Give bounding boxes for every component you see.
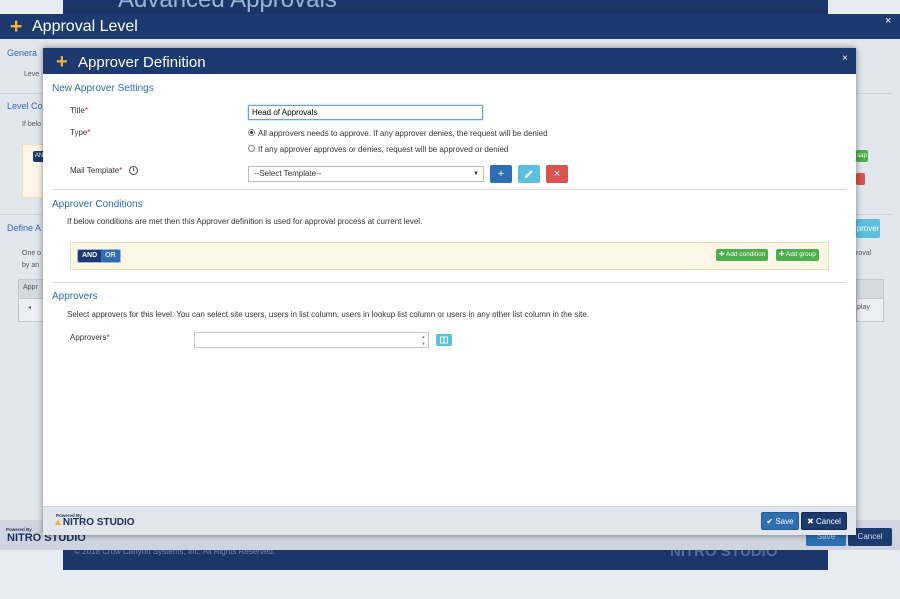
divider (52, 282, 846, 283)
outer-group-button[interactable]: sap (856, 150, 868, 162)
edit-template-button[interactable] (518, 165, 540, 183)
checkmark-icon: ✔ (766, 517, 776, 526)
mail-template-selected: --Select Template-- (254, 169, 322, 178)
approver-definition-dialog (43, 48, 856, 535)
outer-one-text: One o (22, 250, 42, 257)
dialog-footer (43, 506, 856, 535)
plus-icon: + (10, 15, 23, 38)
spinner-arrows-icon[interactable]: ▲ ▼ (419, 333, 428, 347)
or-button[interactable]: OR (101, 250, 120, 262)
pencil-icon (525, 170, 533, 178)
conditions-heading: Approver Conditions (52, 199, 143, 210)
cancel-button[interactable]: ✖ Cancel (801, 512, 847, 530)
mail-template-label: Mail Template* (70, 166, 123, 175)
nitro-logo-mark-icon: ▲ (53, 517, 63, 528)
plus-circle-icon: ✚ (779, 251, 786, 258)
close-icon: ✖ (807, 517, 817, 526)
approvers-picker-button[interactable] (436, 334, 452, 346)
approval-level-title: Approval Level (32, 18, 138, 35)
add-condition-button[interactable]: ✚ Add condition (716, 249, 769, 261)
outer-by-any-text: by an (22, 262, 40, 269)
plus-icon: ✚ (719, 251, 726, 258)
type-label: Type* (70, 128, 91, 137)
outer-section-general: Genera (7, 48, 38, 58)
approver-definition-title: Approver Definition (78, 54, 206, 71)
delete-icon: × (553, 168, 561, 180)
title-label: Title* (70, 106, 88, 115)
outer-level-label: Leve (24, 71, 40, 78)
delete-template-button[interactable]: × (546, 165, 568, 183)
approvers-description: Select approvers for this level. You can… (67, 310, 590, 319)
settings-heading: New Approver Settings (52, 83, 154, 94)
divider (52, 189, 846, 190)
outer-pager-prev-icon[interactable]: ◂ (28, 304, 31, 311)
approval-level-close-icon[interactable]: × (885, 14, 891, 29)
title-input[interactable] (248, 105, 483, 120)
outer-add-approver-button[interactable]: prover (856, 219, 880, 238)
outer-right-roval: roval (856, 250, 872, 257)
plus-icon: + (497, 168, 505, 180)
add-group-button[interactable]: ✚ Add group (776, 249, 819, 261)
plus-icon: + (56, 51, 68, 73)
background-app-title: Advanced Approvals (118, 0, 337, 14)
approvers-heading: Approvers (52, 291, 98, 302)
outer-table-header-appr: Appr (23, 284, 38, 291)
conditions-description: If below conditions are met then this Ap… (67, 217, 423, 226)
outer-section-level-conditions: Level Co (7, 101, 43, 111)
nitro-studio-logo: ▲NITRO STUDIO (53, 517, 135, 528)
close-icon[interactable]: × (842, 53, 848, 64)
type-option-any-label: If any approver approves or denies, requ… (258, 145, 509, 154)
add-group-label: Add group (785, 251, 816, 258)
approvers-label: Approvers* (70, 333, 110, 342)
outer-section-define: Define A (7, 223, 42, 233)
type-option-all-label: All approvers needs to approve. If any a… (258, 129, 548, 138)
mail-template-select[interactable]: --Select Template-- ▼ (248, 166, 484, 182)
type-radio-any[interactable] (248, 145, 255, 152)
address-book-icon (440, 336, 448, 344)
and-or-toggle: AND OR (77, 249, 121, 263)
add-template-button[interactable]: + (490, 165, 512, 183)
outer-if-below-text: If belo (22, 121, 42, 128)
add-condition-label: Add condition (725, 251, 766, 258)
save-button[interactable]: ✔ Save (761, 512, 799, 530)
info-icon[interactable]: i (129, 166, 138, 175)
outer-table-header-right (856, 279, 884, 299)
outer-table-pager (18, 298, 46, 322)
outer-right-play: play (857, 304, 870, 311)
chevron-down-icon: ▼ (473, 171, 479, 177)
type-radio-all[interactable] (248, 129, 255, 136)
approvers-input[interactable]: ▲ ▼ (194, 332, 429, 348)
outer-remove-button[interactable] (856, 173, 865, 185)
and-button[interactable]: AND (78, 250, 102, 262)
